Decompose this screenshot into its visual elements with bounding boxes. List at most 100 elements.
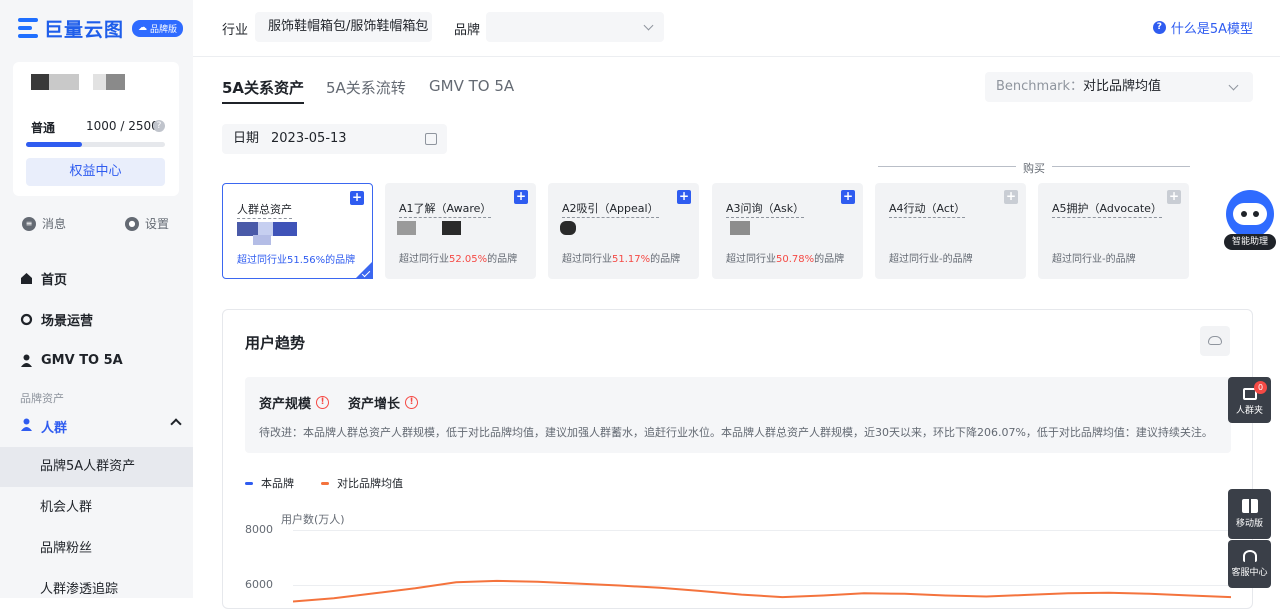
account-name-redacted — [31, 74, 49, 90]
industry-select[interactable]: 服饰鞋帽箱包/服饰鞋帽箱包 — [255, 12, 432, 42]
card-a3-ask[interactable]: A3问询（Ask） + 超过同行业50.78%的品牌 — [712, 183, 863, 279]
y-tick-label: 6000 — [245, 578, 273, 591]
tab-5a-flow[interactable]: 5A关系流转 — [326, 77, 406, 98]
card-footnote: 超过同行业51.56%的品牌 — [237, 255, 356, 266]
nav-gmv[interactable]: GMV TO 5A — [20, 340, 193, 380]
message-icon: ≡ — [22, 216, 36, 231]
scene-icon — [20, 313, 33, 326]
benefit-center-button[interactable]: 权益中心 — [26, 158, 165, 186]
tab-5a-assets[interactable]: 5A关系资产 — [222, 77, 305, 104]
date-picker[interactable]: 日期 2023-05-13 — [222, 124, 447, 154]
section-label: 品牌资产 — [20, 392, 64, 405]
calendar-icon — [425, 133, 437, 145]
card-title: A4行动（Act） — [889, 200, 966, 218]
trend-chart — [293, 579, 1231, 603]
gear-icon: ● — [125, 216, 139, 231]
home-icon — [20, 272, 33, 285]
insight-tag-growth[interactable]: 资产增长! — [348, 393, 419, 412]
add-icon[interactable]: + — [841, 190, 855, 204]
card-title: A5拥护（Advocate） — [1052, 200, 1162, 218]
customer-service-button[interactable]: 客服中心 — [1228, 540, 1271, 588]
count-badge: 0 — [1254, 381, 1267, 394]
sidebar-item-penetration[interactable]: 人群渗透追踪 — [0, 570, 193, 610]
card-title: A3问询（Ask） — [726, 200, 805, 218]
crowd-folder-button[interactable]: 人群夹 0 — [1228, 377, 1271, 423]
y-tick-label: 8000 — [245, 523, 273, 536]
add-icon[interactable]: + — [514, 190, 528, 204]
utility-row: ≡ 消息 ● 设置 — [0, 203, 193, 243]
user-group-icon — [20, 418, 33, 435]
card-total-assets[interactable]: 人群总资产 + 超过同行业51.56%的品牌 — [222, 183, 373, 279]
panel-title: 用户趋势 — [245, 334, 306, 352]
card-footnote: 超过同行业51.17%的品牌 — [562, 254, 681, 265]
series-line-benchmark — [293, 579, 1231, 603]
mobile-version-button[interactable]: 移动版 — [1228, 489, 1271, 539]
metric-redacted — [730, 221, 750, 235]
insight-tag-scale[interactable]: 资产规模! — [259, 393, 330, 412]
metric-redacted — [237, 222, 297, 236]
insight-box: 资产规模! 资产增长! 待改进：本品牌人群总资产人群规模，低于对比品牌均值，建议… — [245, 377, 1231, 453]
card-a2-appeal[interactable]: A2吸引（Appeal） + 超过同行业51.17%的品牌 — [548, 183, 699, 279]
benchmark-select[interactable]: Benchmark：对比品牌均值 — [985, 72, 1253, 102]
chevron-up-icon[interactable] — [170, 418, 182, 430]
settings-button[interactable]: ● 设置 — [125, 215, 169, 232]
legend-own-brand[interactable]: 本品牌 — [245, 475, 294, 491]
edition-badge: ☁ 品牌版 — [132, 19, 184, 37]
account-card: 普通 1000 / 2500 ? 权益中心 — [13, 62, 179, 196]
warning-icon: ! — [316, 396, 330, 409]
card-footnote: 超过同行业-的品牌 — [889, 254, 973, 265]
add-icon[interactable]: + — [677, 190, 691, 204]
brand-label: 品牌 — [454, 23, 481, 38]
industry-label: 行业 — [222, 23, 249, 38]
card-title: A1了解（Aware） — [399, 200, 492, 218]
what-is-5a-link[interactable]: ? 什么是5A模型 — [1152, 18, 1253, 37]
top-filter-bar: 行业 服饰鞋帽箱包/服饰鞋帽箱包 品牌 ? 什么是5A模型 — [193, 0, 1280, 57]
headset-icon — [1242, 550, 1257, 562]
logo-icon — [18, 18, 38, 38]
help-icon[interactable]: ? — [153, 120, 165, 132]
card-footnote: 超过同行业-的品牌 — [1052, 254, 1136, 265]
download-button[interactable] — [1200, 326, 1230, 356]
nav-group-crowd[interactable]: 人群 — [20, 412, 182, 440]
logo[interactable]: 巨量云图 ☁ 品牌版 — [18, 17, 184, 41]
user-trend-panel: 用户趋势 资产规模! 资产增长! 待改进：本品牌人群总资产人群规模，低于对比品牌… — [222, 309, 1253, 609]
logo-text: 巨量云图 — [44, 18, 125, 41]
card-title: A2吸引（Appeal） — [562, 200, 659, 218]
level-progress — [26, 142, 165, 147]
level-label: 普通 — [31, 121, 56, 135]
sidebar-item-fans[interactable]: 品牌粉丝 — [0, 529, 193, 569]
add-icon[interactable]: + — [1004, 190, 1018, 204]
warning-icon: ! — [405, 396, 419, 409]
question-icon: ? — [1152, 21, 1166, 34]
card-a5-advocate[interactable]: A5拥护（Advocate） + 超过同行业-的品牌 — [1038, 183, 1189, 279]
grid-icon — [1241, 499, 1258, 513]
card-a4-act[interactable]: A4行动（Act） + 超过同行业-的品牌 — [875, 183, 1026, 279]
card-a1-aware[interactable]: A1了解（Aware） + 超过同行业52.05%的品牌 — [385, 183, 536, 279]
cloud-download-icon — [1208, 336, 1222, 345]
add-icon[interactable]: + — [1167, 190, 1181, 204]
sidebar: 巨量云图 ☁ 品牌版 普通 1000 / 2500 ? 权益中心 ≡ 消息 ● … — [0, 0, 193, 598]
nav-home[interactable]: 首页 — [20, 258, 193, 298]
robot-icon — [1226, 190, 1274, 238]
brand-select[interactable] — [486, 12, 664, 42]
metric-redacted — [397, 221, 461, 235]
sidebar-item-5a-assets[interactable]: 品牌5A人群资产 — [0, 447, 193, 487]
level-progress-fill — [26, 142, 82, 147]
sidebar-item-opportunity[interactable]: 机会人群 — [0, 488, 193, 528]
metric-redacted — [560, 221, 576, 235]
chevron-down-icon — [1228, 80, 1239, 91]
level-count: 1000 / 2500 — [86, 119, 159, 133]
purchase-range-indicator: 购买 — [878, 160, 1190, 175]
add-icon[interactable]: + — [350, 191, 364, 205]
nav-scenes[interactable]: 场景运营 — [20, 299, 193, 339]
card-footnote: 超过同行业52.05%的品牌 — [399, 254, 518, 265]
legend-benchmark[interactable]: 对比品牌均值 — [321, 475, 403, 491]
tab-gmv-to-5a[interactable]: GMV TO 5A — [429, 77, 514, 95]
chevron-down-icon — [643, 20, 654, 31]
user-icon — [20, 354, 33, 367]
card-footnote: 超过同行业50.78%的品牌 — [726, 254, 845, 265]
card-title: 人群总资产 — [237, 201, 292, 219]
messages-button[interactable]: ≡ 消息 — [22, 215, 66, 232]
assistant-button[interactable]: 智能助理 — [1224, 190, 1276, 252]
insight-note: 待改进：本品牌人群总资产人群规模，低于对比品牌均值，建议加强人群蓄水，追赶行业水… — [259, 426, 1213, 439]
